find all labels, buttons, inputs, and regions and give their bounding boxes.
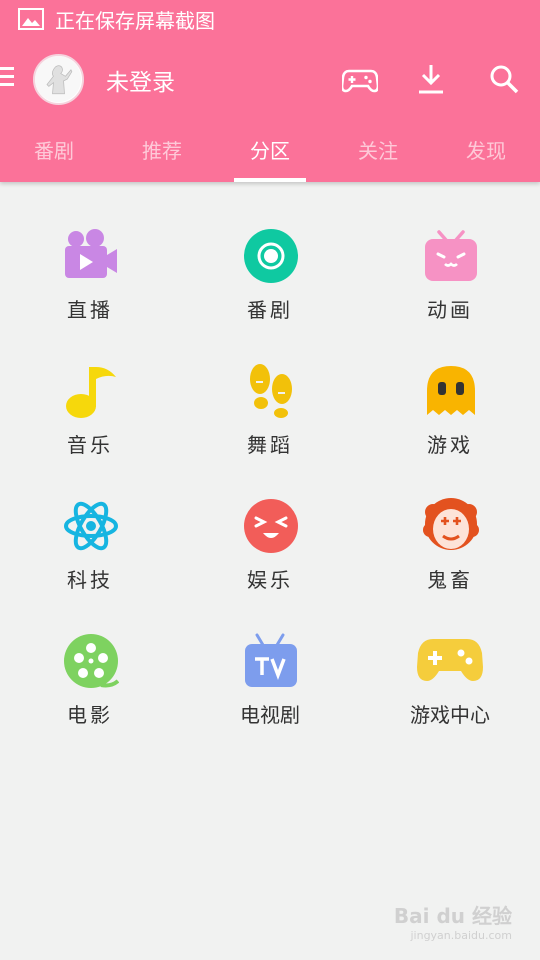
- category-tv-series[interactable]: 电视剧: [180, 587, 360, 727]
- tab-partition[interactable]: 分区: [216, 120, 324, 182]
- clown-icon: [423, 498, 479, 554]
- menu-icon[interactable]: [0, 67, 14, 89]
- music-note-icon: [63, 363, 119, 419]
- tab-bar: 番剧 推荐 分区 关注 发现: [0, 120, 540, 182]
- watermark-sub: jingyan.baidu.com: [410, 929, 512, 942]
- category-animation[interactable]: 动画: [360, 182, 540, 322]
- image-icon: [18, 8, 44, 30]
- tab-recommend[interactable]: 推荐: [108, 120, 216, 182]
- tab-discover[interactable]: 发现: [432, 120, 540, 182]
- category-movie[interactable]: 电影: [0, 587, 180, 727]
- status-bar: 正在保存屏幕截图: [0, 0, 540, 38]
- footprints-icon: [243, 363, 299, 419]
- record-circle-icon: [243, 228, 299, 284]
- ghost-icon: [423, 363, 479, 419]
- tab-follow[interactable]: 关注: [324, 120, 432, 182]
- category-tech[interactable]: 科技: [0, 452, 180, 592]
- video-camera-icon: [63, 228, 119, 284]
- search-icon[interactable]: [486, 62, 522, 96]
- category-dance[interactable]: 舞蹈: [180, 317, 360, 457]
- tv-face-icon: [423, 228, 479, 284]
- game-controller-icon[interactable]: [340, 62, 380, 96]
- atom-icon: [63, 498, 119, 554]
- category-kichiku[interactable]: 鬼畜: [360, 452, 540, 592]
- tab-bangumi[interactable]: 番剧: [0, 120, 108, 182]
- category-label: 电影: [67, 703, 113, 727]
- category-game[interactable]: 游戏: [360, 317, 540, 457]
- watermark-text: Bai du 经验: [393, 904, 512, 928]
- username-label[interactable]: 未登录: [106, 63, 175, 97]
- app-bar: 未登录: [0, 38, 540, 120]
- tv-icon: [243, 633, 299, 689]
- category-live[interactable]: 直播: [0, 182, 180, 322]
- category-label: 游戏中心: [410, 703, 490, 727]
- status-text: 正在保存屏幕截图: [55, 8, 215, 33]
- gamepad-icon: [417, 633, 483, 689]
- category-entertainment[interactable]: 娱乐: [180, 452, 360, 592]
- watermark: Bai du 经验 jingyan.baidu.com: [394, 900, 512, 942]
- film-reel-icon: [63, 633, 120, 689]
- category-music[interactable]: 音乐: [0, 317, 180, 457]
- category-game-center[interactable]: 游戏中心: [360, 587, 540, 727]
- download-icon[interactable]: [413, 62, 449, 96]
- app-header: 正在保存屏幕截图 未登录 番剧 推荐 分区 关注 发现: [0, 0, 540, 182]
- avatar[interactable]: [33, 54, 84, 105]
- category-label: 电视剧: [240, 703, 300, 727]
- laughing-face-icon: [243, 498, 299, 554]
- category-bangumi[interactable]: 番剧: [180, 182, 360, 322]
